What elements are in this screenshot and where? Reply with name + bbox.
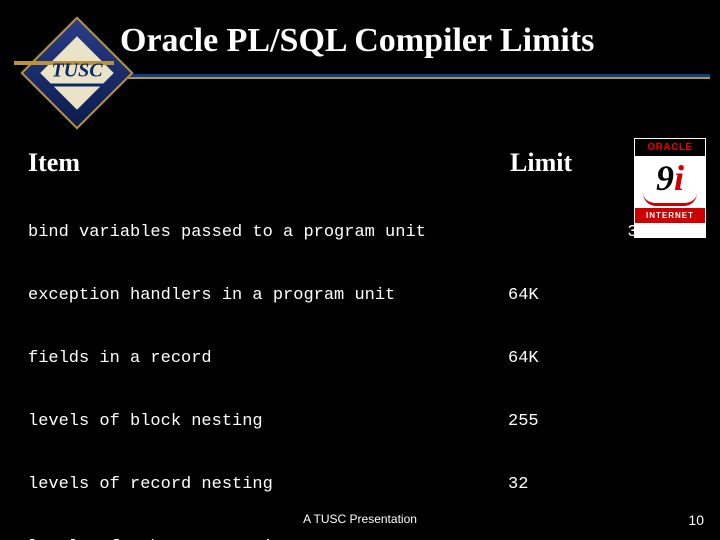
header-item: Item xyxy=(28,148,80,178)
cell-limit-alt xyxy=(588,411,658,432)
slide: TUSC Oracle PL/SQL Compiler Limits Item … xyxy=(0,0,720,540)
oracle-9: 9 xyxy=(656,158,674,198)
tusc-logo: TUSC xyxy=(22,18,132,128)
page-number: 10 xyxy=(688,512,704,528)
table-row: levels of block nesting 255 xyxy=(28,411,658,432)
cell-limit: 64K xyxy=(508,348,588,369)
oracle-badge-mid: 9i xyxy=(635,156,705,208)
oracle-badge-bot: INTERNET xyxy=(635,208,705,223)
cell-item: bind variables passed to a program unit xyxy=(28,222,508,243)
limits-table: bind variables passed to a program unit … xyxy=(28,180,658,540)
table-row: exception handlers in a program unit 64K xyxy=(28,285,658,306)
oracle-i: i xyxy=(674,158,684,198)
table-row: fields in a record 64K xyxy=(28,348,658,369)
page-title: Oracle PL/SQL Compiler Limits xyxy=(120,22,700,60)
rule-gold xyxy=(120,77,710,79)
oracle-9i-badge: ORACLE 9i INTERNET xyxy=(634,138,706,238)
cell-item: fields in a record xyxy=(28,348,508,369)
cell-limit: 255 xyxy=(508,411,588,432)
table-row: bind variables passed to a program unit … xyxy=(28,222,658,243)
cell-limit-alt xyxy=(588,348,658,369)
oracle-swoosh-icon xyxy=(643,193,697,206)
cell-item: levels of record nesting xyxy=(28,474,508,495)
cell-limit: 64K xyxy=(508,285,588,306)
cell-limit-alt xyxy=(588,474,658,495)
cell-limit xyxy=(508,222,588,243)
oracle-9i-text: 9i xyxy=(635,160,705,196)
cell-item: exception handlers in a program unit xyxy=(28,285,508,306)
header-limit: Limit xyxy=(510,148,572,178)
logo-text: TUSC xyxy=(49,60,104,87)
oracle-badge-top: ORACLE xyxy=(635,139,705,156)
cell-limit: 32 xyxy=(508,474,588,495)
table-row: levels of record nesting 32 xyxy=(28,474,658,495)
cell-item: levels of block nesting xyxy=(28,411,508,432)
cell-limit-alt xyxy=(588,285,658,306)
footer-text: A TUSC Presentation xyxy=(0,512,720,526)
